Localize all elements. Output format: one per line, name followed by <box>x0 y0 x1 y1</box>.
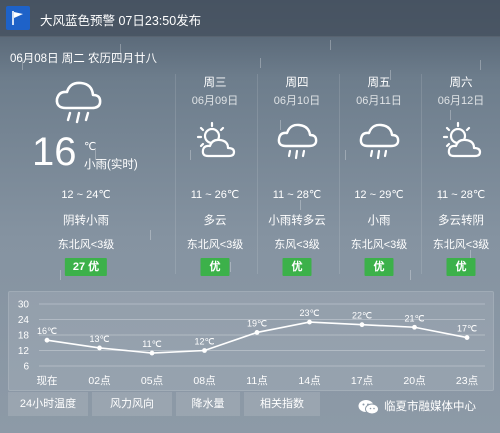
y-tick-label: 24 <box>18 315 30 326</box>
forecast-day-2[interactable]: 周四 06月10日 11 ~ 28℃ 小雨转多云 东风<3级 优 <box>257 70 337 280</box>
forecast-aqi-badge: 优 <box>200 258 230 276</box>
forecast-weekday: 周四 <box>285 77 309 89</box>
forecast-date: 06月09日 <box>191 95 239 107</box>
partly-cloudy-icon <box>192 120 238 167</box>
temperature-data-label: 13℃ <box>89 334 109 344</box>
today-temp-range: 12 ~ 24℃ <box>61 189 111 201</box>
partly-cloudy-icon <box>438 120 484 167</box>
forecast-weather: 多云 <box>203 215 227 227</box>
x-tick-label: 11点 <box>246 375 267 387</box>
current-condition: 小雨(实时) <box>84 159 138 171</box>
today-panel: 16 ℃ 小雨(实时) 12 ~ 24℃ 阴转小雨 东北风<3级 27 优 <box>0 70 172 280</box>
temperature-line-chart: 30 24 18 12 6 16℃ 现在 13℃ 02点 11℃ 05点 12℃ 08点 19℃ 11点 23… <box>18 300 485 387</box>
today-wind: 东北风<3级 <box>57 239 115 251</box>
forecast-date: 06月11日 <box>356 95 402 107</box>
warning-alert-bar[interactable]: 大风蓝色预警 07日23:50发布 <box>0 0 500 37</box>
temperature-data-label: 23℃ <box>299 308 319 318</box>
rain-cloud-icon <box>356 120 402 167</box>
forecast-day-1[interactable]: 周三 06月09日 11 ~ 26℃ 多云 东北风<3级 优 <box>175 70 255 280</box>
temperature-data-label: 17℃ <box>457 324 477 334</box>
temperature-point <box>44 337 50 343</box>
forecast-wind: 东风<3级 <box>274 239 320 251</box>
forecast-wind: 东北风<3级 <box>432 239 490 251</box>
tab-indices[interactable]: 相关指数 <box>244 392 320 416</box>
wechat-icon <box>358 400 379 415</box>
warning-alert-text: 大风蓝色预警 07日23:50发布 <box>40 14 202 28</box>
today-date-line: 06月08日 周二 农历四月廿八 <box>10 53 157 65</box>
current-temperature: 16 <box>32 130 77 174</box>
temperature-point <box>97 345 102 351</box>
y-tick-label: 18 <box>18 331 30 342</box>
temperature-point <box>202 348 207 353</box>
warning-flag-icon <box>6 6 30 30</box>
temperature-data-label: 12℃ <box>194 337 214 347</box>
x-tick-label: 08点 <box>193 375 215 387</box>
rain-streak <box>260 58 261 68</box>
forecast-date: 06月12日 <box>437 95 485 107</box>
forecast-aqi-badge: 优 <box>364 258 394 276</box>
x-tick-label: 05点 <box>141 375 163 387</box>
y-tick-label: 6 <box>23 362 29 373</box>
temperature-point <box>307 319 312 325</box>
x-tick-label: 17点 <box>351 375 373 387</box>
forecast-temp-range: 11 ~ 28℃ <box>436 189 486 201</box>
forecast-aqi-badge: 优 <box>282 258 312 276</box>
y-tick-label: 12 <box>18 346 30 357</box>
temperature-data-label: 11℃ <box>142 339 161 349</box>
x-tick-label: 现在 <box>37 375 58 387</box>
hourly-temperature-chart: 30 24 18 12 6 16℃ 现在 13℃ 02点 11℃ 05点 12℃ 08点 19℃ 11点 23… <box>8 291 494 391</box>
temperature-point <box>464 335 470 340</box>
forecast-weather: 多云转阴 <box>438 215 484 227</box>
temperature-data-label: 22℃ <box>352 311 372 321</box>
forecast-weekday: 周三 <box>203 77 227 89</box>
rain-cloud-icon <box>274 120 320 167</box>
rain-cloud-icon <box>52 78 104 131</box>
temperature-unit: ℃ <box>84 141 97 153</box>
forecast-day-4[interactable]: 周六 06月12日 11 ~ 28℃ 多云转阴 东北风<3级 优 <box>421 70 500 280</box>
temperature-data-label: 19℃ <box>247 318 267 328</box>
forecast-temp-range: 12 ~ 29℃ <box>354 189 404 201</box>
x-tick-label: 20点 <box>403 375 425 387</box>
x-tick-label: 02点 <box>88 375 110 387</box>
watermark-text: 临夏市融媒体中心 <box>384 401 476 413</box>
tab-wind[interactable]: 风力风向 <box>92 392 172 416</box>
forecast-weather: 小雨 <box>367 215 391 227</box>
x-tick-label: 14点 <box>298 375 320 387</box>
weather-app: 大风蓝色预警 07日23:50发布 06月08日 周二 农历四月廿八 16 ℃ … <box>0 0 500 433</box>
forecast-temp-range: 11 ~ 28℃ <box>272 189 322 201</box>
temperature-point <box>359 322 365 328</box>
forecast-weather: 小雨转多云 <box>268 215 326 227</box>
rain-streak <box>480 60 481 70</box>
forecast-weekday: 周六 <box>449 77 473 89</box>
forecast-temp-range: 11 ~ 26℃ <box>190 189 240 201</box>
x-tick-label: 23点 <box>456 375 478 387</box>
forecast-date: 06月10日 <box>273 95 321 107</box>
temperature-point <box>254 330 260 335</box>
forecast-day-3[interactable]: 周五 06月11日 12 ~ 29℃ 小雨 东北风<3级 优 <box>339 70 419 280</box>
forecast-wind: 东北风<3级 <box>186 239 244 251</box>
temperature-data-label: 21℃ <box>404 313 424 323</box>
rain-streak <box>330 40 331 50</box>
temperature-data-label: 16℃ <box>37 326 57 336</box>
forecast-weekday: 周五 <box>367 77 391 89</box>
today-weather: 阴转小雨 <box>63 215 109 227</box>
tab-precipitation[interactable]: 降水量 <box>176 392 240 416</box>
forecast-wind: 东北风<3级 <box>350 239 408 251</box>
today-aqi-badge: 27 优 <box>64 258 108 276</box>
y-tick-label: 30 <box>18 300 30 311</box>
temperature-point <box>412 324 417 330</box>
forecast-aqi-badge: 优 <box>446 258 476 276</box>
tab-24h-temperature[interactable]: 24小时温度 <box>8 392 88 416</box>
temperature-point <box>149 350 155 356</box>
